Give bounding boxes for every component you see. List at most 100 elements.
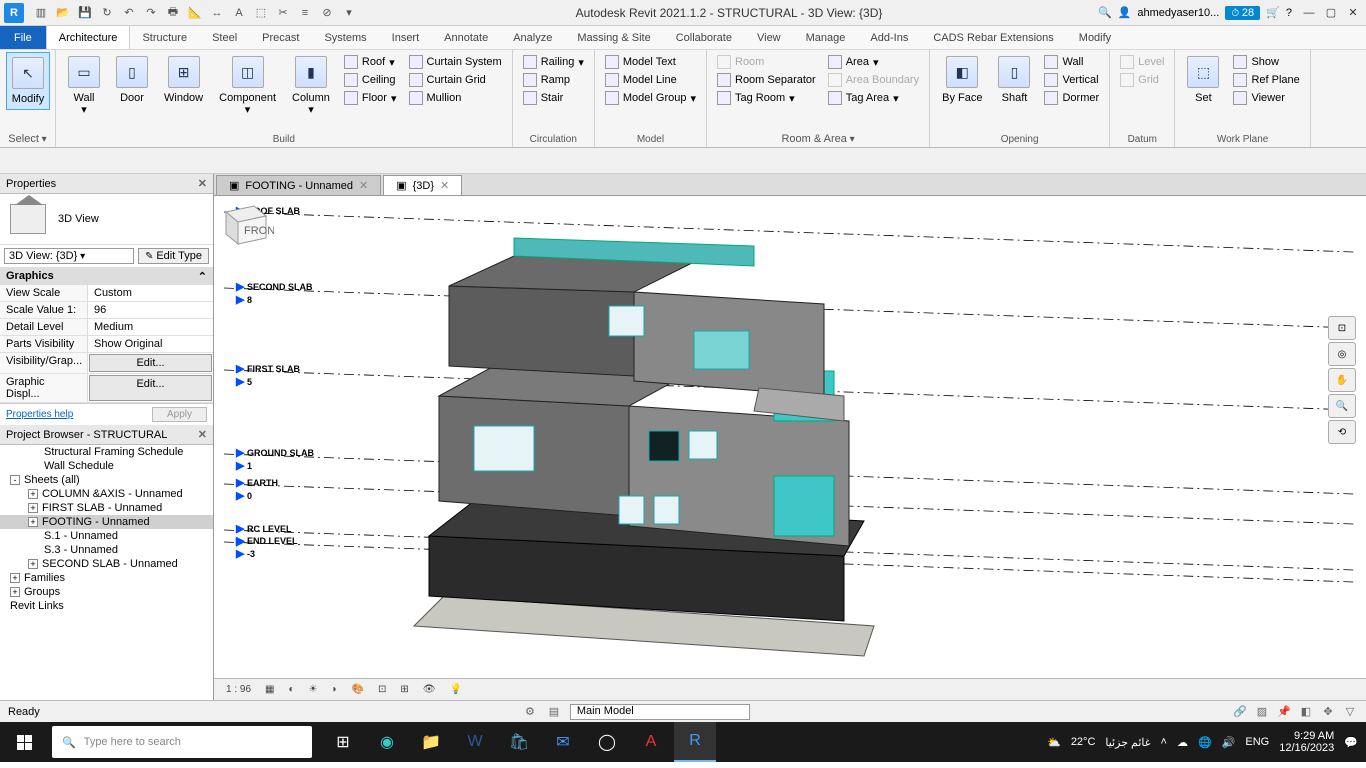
weather-temp[interactable]: 22°C <box>1071 736 1096 748</box>
column-button[interactable]: ▮Column▾ <box>286 52 336 120</box>
properties-help-link[interactable]: Properties help <box>6 409 73 420</box>
qat-open-folder-icon[interactable]: 📂 <box>54 4 72 22</box>
tree-expand-icon[interactable]: + <box>28 517 38 527</box>
detail-icon[interactable]: ▦ <box>261 684 278 695</box>
modify-button[interactable]: ↖ Modify <box>6 52 50 110</box>
tab-analyze[interactable]: Analyze <box>501 26 565 49</box>
tab-massing-site[interactable]: Massing & Site <box>565 26 663 49</box>
taskbar-clock[interactable]: 9:29 AM12/16/2023 <box>1279 730 1334 754</box>
qat-save-icon[interactable]: 💾 <box>76 4 94 22</box>
tree-item[interactable]: Revit Links <box>0 599 213 613</box>
opening-wall-button[interactable]: Wall <box>1040 54 1103 70</box>
qat-redo-icon[interactable]: ↷ <box>142 4 160 22</box>
ceiling-button[interactable]: Ceiling <box>340 72 401 88</box>
notification-badge[interactable]: ⏱ 28 <box>1225 6 1260 20</box>
tree-expand-icon[interactable]: + <box>10 587 20 597</box>
weather-text[interactable]: غائم جزئيا <box>1105 736 1150 749</box>
level-marker[interactable]: ▶ FIRST SLAB▶ 5 <box>236 362 300 388</box>
model-line-button[interactable]: Model Line <box>601 72 700 88</box>
curtain-system-button[interactable]: Curtain System <box>405 54 506 70</box>
area-button[interactable]: Area ▾ <box>824 54 923 70</box>
tree-item[interactable]: S.1 - Unnamed <box>0 529 213 543</box>
tree-expand-icon[interactable]: + <box>28 503 38 513</box>
component-button[interactable]: ◫Component▾ <box>213 52 282 120</box>
cart-icon[interactable]: 🛒 <box>1266 6 1280 19</box>
tab-add-ins[interactable]: Add-Ins <box>858 26 921 49</box>
drag-icon[interactable]: ✥ <box>1320 704 1336 720</box>
qat-text-icon[interactable]: A <box>230 4 248 22</box>
qat-3d-icon[interactable]: ⬚ <box>252 4 270 22</box>
tree-expand-icon[interactable]: + <box>28 559 38 569</box>
tab-manage[interactable]: Manage <box>794 26 859 49</box>
tree-expand-icon[interactable]: - <box>10 475 20 485</box>
set-button[interactable]: ⬚Set <box>1181 52 1225 108</box>
apply-button[interactable]: Apply <box>152 407 207 422</box>
store-icon[interactable]: 🛍 <box>498 722 540 762</box>
qat-undo-icon[interactable]: ↶ <box>120 4 138 22</box>
qat-measure-icon[interactable]: 📐 <box>186 4 204 22</box>
property-row[interactable]: View ScaleCustom <box>0 285 213 302</box>
language-indicator[interactable]: ENG <box>1245 736 1269 748</box>
user-icon[interactable]: 👤 <box>1118 6 1132 19</box>
qat-print-icon[interactable]: 🖶 <box>164 4 182 22</box>
autocad-icon[interactable]: A <box>630 722 672 762</box>
select-pinned-icon[interactable]: 📌 <box>1276 704 1292 720</box>
select-face-icon[interactable]: ◧ <box>1298 704 1314 720</box>
edge-icon[interactable]: ◉ <box>366 722 408 762</box>
property-edit-button[interactable]: Edit... <box>89 375 212 401</box>
project-browser-tree[interactable]: Structural Framing ScheduleWall Schedule… <box>0 445 213 700</box>
property-row[interactable]: Detail LevelMedium <box>0 319 213 336</box>
tree-item[interactable]: Wall Schedule <box>0 459 213 473</box>
crop-icon[interactable]: ⊡ <box>374 684 390 695</box>
view-tab-close-icon[interactable]: ✕ <box>359 179 368 192</box>
qat-section-icon[interactable]: ✂ <box>274 4 292 22</box>
property-value[interactable]: Show Original <box>88 336 213 352</box>
show-button[interactable]: Show <box>1229 54 1303 70</box>
railing-button[interactable]: Railing ▾ <box>519 54 588 70</box>
ramp-button[interactable]: Ramp <box>519 72 588 88</box>
explorer-icon[interactable]: 📁 <box>410 722 452 762</box>
tree-item[interactable]: +FIRST SLAB - Unnamed <box>0 501 213 515</box>
search-icon[interactable]: 🔍 <box>1098 6 1112 19</box>
property-value[interactable]: 96 <box>88 302 213 318</box>
onedrive-icon[interactable]: ☁ <box>1177 736 1188 749</box>
property-row[interactable]: Scale Value 1:96 <box>0 302 213 319</box>
dormer-button[interactable]: Dormer <box>1040 90 1103 106</box>
tree-item[interactable]: -Sheets (all) <box>0 473 213 487</box>
action-center-icon[interactable]: 💬 <box>1344 736 1358 749</box>
browser-close-icon[interactable]: ✕ <box>198 428 207 441</box>
select-underlay-icon[interactable]: ▨ <box>1254 704 1270 720</box>
level-marker[interactable]: ▶ EARTH▶ 0 <box>236 476 278 502</box>
viewer-button[interactable]: Viewer <box>1229 90 1303 106</box>
by-face-button[interactable]: ◧By Face <box>936 52 988 108</box>
door-button[interactable]: ▯Door <box>110 52 154 108</box>
roof-button[interactable]: Roof ▾ <box>340 54 401 70</box>
level-marker[interactable]: ▶ GROUND SLAB▶ 1 <box>236 446 314 472</box>
wall-button[interactable]: ▭Wall▾ <box>62 52 106 120</box>
window-button[interactable]: ⊞Window <box>158 52 209 108</box>
type-selector[interactable]: 3D View: {3D} ▾ <box>4 248 134 264</box>
close-button[interactable]: ✕ <box>1344 5 1362 21</box>
tree-expand-icon[interactable]: + <box>28 489 38 499</box>
floor-button[interactable]: Floor ▾ <box>340 90 401 106</box>
tag-area-button[interactable]: Tag Area ▾ <box>824 90 923 106</box>
shaft-button[interactable]: ▯Shaft <box>992 52 1036 108</box>
chrome-icon[interactable]: ◯ <box>586 722 628 762</box>
tab-architecture[interactable]: Architecture <box>46 26 131 49</box>
revit-icon[interactable]: R <box>674 722 716 762</box>
tab-annotate[interactable]: Annotate <box>432 26 501 49</box>
sun-icon[interactable]: ☀ <box>305 684 322 695</box>
tree-item[interactable]: +FOOTING - Unnamed <box>0 515 213 529</box>
tab-precast[interactable]: Precast <box>250 26 312 49</box>
tab-steel[interactable]: Steel <box>200 26 250 49</box>
tab-systems[interactable]: Systems <box>312 26 379 49</box>
tree-item[interactable]: Structural Framing Schedule <box>0 445 213 459</box>
nav-full-icon[interactable]: ⊡ <box>1328 316 1356 340</box>
ref-plane-button[interactable]: Ref Plane <box>1229 72 1303 88</box>
model-text-button[interactable]: Model Text <box>601 54 700 70</box>
tab-collaborate[interactable]: Collaborate <box>664 26 745 49</box>
model-group-button[interactable]: Model Group ▾ <box>601 90 700 106</box>
tab-cads-rebar-extensions[interactable]: CADS Rebar Extensions <box>921 26 1066 49</box>
filter-icon[interactable]: ▽ <box>1342 704 1358 720</box>
scale-button[interactable]: 1 : 96 <box>222 684 255 695</box>
